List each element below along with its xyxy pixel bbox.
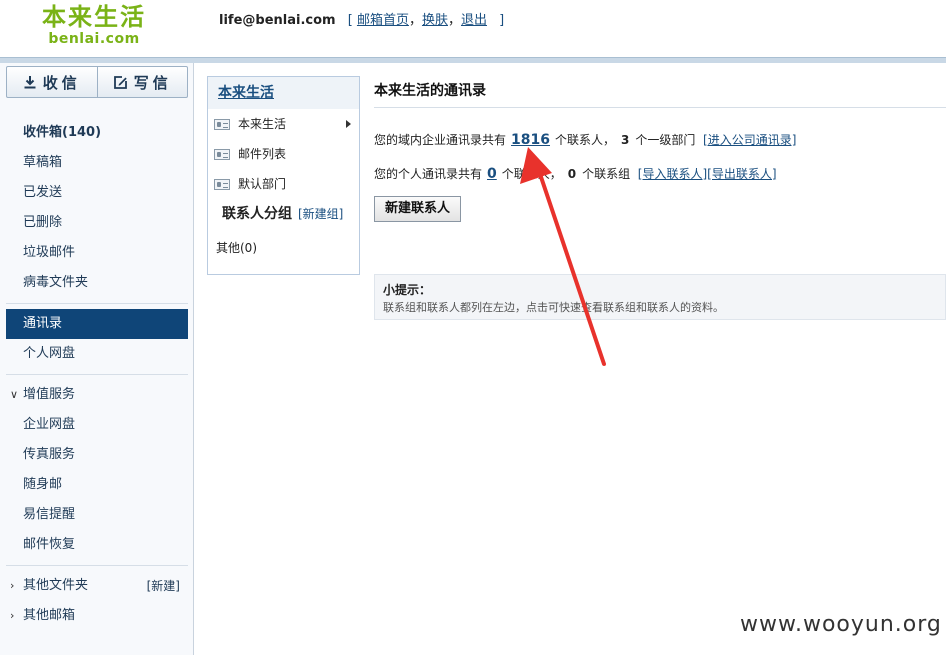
chevron-down-icon: ∨	[10, 388, 19, 401]
annotation-arrow-shaft	[536, 166, 606, 366]
summary-text: 个联系组	[582, 167, 631, 181]
watermark-text: www.wooyun.org	[740, 612, 942, 637]
tip-title: 小提示：	[383, 283, 432, 297]
sidebar-item-mail-recovery[interactable]: 邮件恢复	[6, 530, 188, 560]
divider	[6, 565, 188, 566]
summary-text: 您的域内企业通讯录共有	[374, 133, 507, 147]
sidebar-item-deleted[interactable]: 已删除	[6, 208, 188, 238]
tree-item-label: 默认部门	[238, 177, 287, 191]
tree-item-mail-list[interactable]: 邮件列表	[208, 139, 359, 169]
compose-icon	[113, 75, 127, 89]
change-skin-link[interactable]: 换肤	[422, 13, 448, 28]
logout-link[interactable]: 退出	[461, 13, 487, 28]
other-folders-toggle[interactable]: › 其他文件夹 [新建]	[6, 571, 188, 601]
summary-text: 个一级部门	[635, 133, 696, 147]
expand-arrow-icon[interactable]	[346, 120, 351, 128]
enterprise-summary: 您的域内企业通讯录共有 1816 个联系人， 3 个一级部门 [进入公司通讯录]	[374, 131, 796, 148]
vas-title: 增值服务	[23, 387, 76, 402]
tree-item-label: 本来生活	[238, 117, 287, 131]
receive-button[interactable]: 收信	[7, 67, 97, 97]
header-bracket-close: ]	[499, 13, 505, 28]
page-title: 本来生活的通讯录	[374, 83, 486, 99]
sidebar-item-contacts[interactable]: 通讯录	[6, 309, 188, 339]
other-mailbox-label: 其他邮箱	[23, 608, 76, 623]
logo-en-text: benlai.com	[48, 31, 140, 47]
summary-text: 个联系人，	[501, 167, 562, 181]
divider	[374, 107, 946, 108]
tree-item-label: 邮件列表	[238, 147, 287, 161]
sidebar-item-enterprise-disk[interactable]: 企业网盘	[6, 410, 188, 440]
summary-text: 您的个人通讯录共有	[374, 167, 483, 181]
other-folders-label: 其他文件夹	[23, 578, 89, 593]
download-icon	[24, 76, 36, 89]
compose-label: 写信	[133, 73, 172, 92]
mailbox-home-link[interactable]: 邮箱首页	[357, 13, 409, 28]
mail-action-bar: 收信 写信	[6, 66, 188, 98]
summary-text: 个联系人，	[554, 133, 615, 147]
chevron-right-icon: ›	[10, 579, 15, 592]
sidebar-item-sent[interactable]: 已发送	[6, 178, 188, 208]
enterprise-contact-count-link[interactable]: 1816	[511, 132, 550, 148]
sidebar-item-netdisk[interactable]: 个人网盘	[6, 339, 188, 369]
group-count: 0	[567, 167, 577, 181]
contact-panel-title[interactable]: 本来生活	[208, 77, 359, 109]
contact-card-icon	[214, 179, 230, 190]
header-sep: ，	[408, 13, 422, 28]
sidebar-item-fax[interactable]: 传真服务	[6, 440, 188, 470]
sidebar-item-virus[interactable]: 病毒文件夹	[6, 268, 188, 298]
export-contacts-link[interactable]: [导出联系人]	[707, 167, 776, 181]
new-folder-link[interactable]: [新建]	[147, 571, 180, 601]
receive-label: 收信	[42, 73, 81, 92]
chevron-right-icon: ›	[10, 609, 15, 622]
sidebar: 收信 写信 收件箱(140) 草稿箱 已发送 已删除 垃圾邮件 病毒文件夹 通讯…	[0, 63, 194, 655]
divider	[6, 303, 188, 304]
sidebar-item-mobile-mail[interactable]: 随身邮	[6, 470, 188, 500]
contact-groups-heading: 联系人分组 [新建组]	[208, 199, 359, 229]
vas-toggle[interactable]: ∨ 增值服务	[6, 380, 188, 410]
personal-summary: 您的个人通讯录共有 0 个联系人， 0 个联系组 [导入联系人][导出联系人]	[374, 165, 777, 182]
divider	[6, 374, 188, 375]
group-item-other[interactable]: 其他(0)	[208, 233, 359, 263]
user-line: life@benlai.com [ 邮箱首页，换肤，退出 ]	[219, 9, 504, 28]
contact-card-icon	[214, 149, 230, 160]
sidebar-item-drafts[interactable]: 草稿箱	[6, 148, 188, 178]
dept-count: 3	[621, 133, 630, 147]
contact-card-icon	[214, 119, 230, 130]
tree-item-benlai[interactable]: 本来生活	[208, 109, 359, 139]
sidebar-item-inbox[interactable]: 收件箱(140)	[6, 118, 188, 148]
sidebar-item-spam[interactable]: 垃圾邮件	[6, 238, 188, 268]
header-bracket-open: [	[347, 13, 353, 28]
new-contact-button[interactable]: 新建联系人	[374, 196, 461, 222]
contact-groups-label: 联系人分组	[222, 206, 292, 222]
new-group-link[interactable]: [新建组]	[298, 207, 343, 221]
user-email: life@benlai.com	[219, 13, 336, 28]
other-mailbox-toggle[interactable]: › 其他邮箱	[6, 601, 188, 631]
header-sep: ，	[447, 13, 461, 28]
tree-item-default-dept[interactable]: 默认部门	[208, 169, 359, 199]
logo-cn-text: 本来生活	[42, 3, 146, 31]
personal-contact-count-link[interactable]: 0	[487, 166, 497, 182]
import-contacts-link[interactable]: [导入联系人]	[638, 167, 707, 181]
folder-nav: 收件箱(140) 草稿箱 已发送 已删除 垃圾邮件 病毒文件夹 通讯录 个人网盘…	[6, 118, 188, 631]
benlai-logo[interactable]: 本来生活 benlai.com	[42, 5, 146, 46]
tip-box: 小提示： 联系组和联系人都列在左边，点击可快速查看联系组和联系人的资料。	[374, 274, 946, 320]
contact-tree-panel: 本来生活 本来生活 邮件列表 默认部门 联系人分组 [新建组] 其他(0)	[207, 76, 360, 275]
compose-button[interactable]: 写信	[96, 67, 188, 97]
tip-text: 联系组和联系人都列在左边，点击可快速查看联系组和联系人的资料。	[383, 301, 724, 314]
enter-company-directory-link[interactable]: [进入公司通讯录]	[703, 133, 796, 147]
header: 本来生活 benlai.com life@benlai.com [ 邮箱首页，换…	[0, 0, 946, 57]
sidebar-item-yixin-remind[interactable]: 易信提醒	[6, 500, 188, 530]
